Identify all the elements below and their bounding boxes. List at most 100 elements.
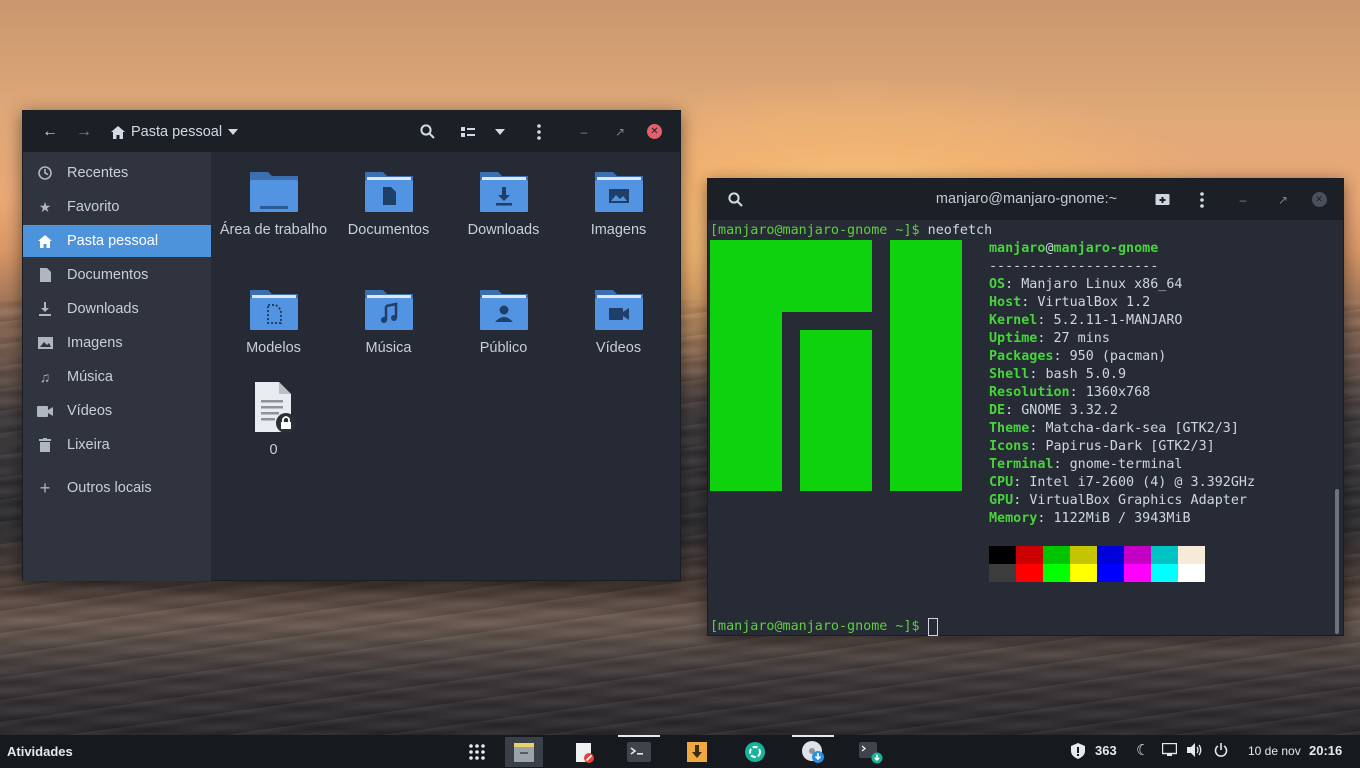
sidebar-item-musica[interactable]: ♫ Música bbox=[23, 361, 211, 393]
screen-icon[interactable] bbox=[1161, 742, 1178, 759]
security-indicator[interactable] bbox=[1071, 742, 1085, 759]
folder-label: Área de trabalho bbox=[219, 222, 328, 238]
info-key: Memory bbox=[989, 511, 1038, 526]
info-line: Host: VirtualBox 1.2 bbox=[989, 295, 1151, 310]
shield-icon bbox=[1071, 742, 1085, 759]
app-grid-icon bbox=[469, 744, 485, 760]
sidebar-item-label: Downloads bbox=[67, 301, 139, 317]
night-light-icon[interactable]: ☾ bbox=[1136, 741, 1149, 759]
info-key: Packages bbox=[989, 349, 1054, 364]
music-folder-icon bbox=[363, 286, 415, 332]
templates-folder-icon bbox=[248, 286, 300, 332]
folder-label: Modelos bbox=[246, 340, 301, 356]
sidebar-item-favorito[interactable]: ★ Favorito bbox=[23, 191, 211, 223]
logo-top-bar bbox=[710, 240, 872, 312]
video-icon bbox=[23, 405, 67, 417]
file-0[interactable]: 0 bbox=[216, 380, 331, 460]
dock-text-editor-app[interactable] bbox=[566, 737, 602, 767]
info-key: GPU bbox=[989, 493, 1014, 508]
folder-imagens[interactable]: Imagens bbox=[561, 168, 676, 240]
sidebar-item-label: Favorito bbox=[67, 199, 120, 215]
sidebar-item-outros-locais[interactable]: + Outros locais bbox=[23, 472, 211, 504]
dock-files-app[interactable] bbox=[505, 737, 543, 767]
prompt-line[interactable]: [manjaro@manjaro-gnome ~]$ bbox=[710, 618, 938, 636]
shell-prompt: [manjaro@manjaro-gnome ~]$ bbox=[710, 223, 920, 238]
info-value: 1122MiB / 3943MiB bbox=[1053, 511, 1191, 526]
folder-musica[interactable]: Música bbox=[331, 286, 446, 358]
folder-label: Público bbox=[479, 340, 528, 356]
forward-button[interactable]: → bbox=[69, 111, 99, 152]
folder-area-de-trabalho[interactable]: Área de trabalho bbox=[216, 168, 331, 240]
dock-installer-app[interactable] bbox=[853, 737, 889, 767]
minimize-icon: – bbox=[1239, 192, 1247, 207]
info-line: Packages: 950 (pacman) bbox=[989, 349, 1167, 364]
menu-button[interactable] bbox=[524, 111, 554, 152]
palette-swatch bbox=[1178, 564, 1205, 582]
info-key: Uptime bbox=[989, 331, 1038, 346]
palette-swatch bbox=[1178, 546, 1205, 564]
new-tab-icon bbox=[1155, 194, 1169, 205]
info-value: Intel i7-2600 (4) @ 3.392GHz bbox=[1029, 475, 1256, 490]
terminal-menu-button[interactable] bbox=[1187, 179, 1217, 220]
search-button[interactable] bbox=[412, 111, 442, 152]
info-value: 27 mins bbox=[1053, 331, 1110, 346]
new-tab-button[interactable] bbox=[1147, 179, 1177, 220]
folder-label: Música bbox=[365, 340, 412, 356]
folder-publico[interactable]: Público bbox=[446, 286, 561, 358]
dock-downloader-app[interactable] bbox=[679, 737, 715, 767]
minimize-button[interactable]: – bbox=[569, 111, 599, 152]
image-icon bbox=[23, 337, 67, 349]
sidebar-item-pasta-pessoal[interactable]: Pasta pessoal bbox=[23, 225, 211, 257]
maximize-button[interactable]: ↗ bbox=[605, 111, 635, 152]
palette-swatch bbox=[1097, 546, 1124, 564]
info-value: Papirus-Dark [GTK2/3] bbox=[1045, 439, 1215, 454]
folder-downloads[interactable]: Downloads bbox=[446, 168, 561, 240]
show-apps-button[interactable] bbox=[459, 737, 495, 767]
dock-disk-app[interactable] bbox=[795, 737, 831, 767]
activities-button[interactable]: Atividades bbox=[7, 744, 73, 759]
folder-documentos[interactable]: Documentos bbox=[331, 168, 446, 240]
info-line: Resolution: 1360x768 bbox=[989, 385, 1151, 400]
terminal-maximize-button[interactable]: ↗ bbox=[1268, 179, 1298, 220]
sidebar-item-recentes[interactable]: Recentes bbox=[23, 157, 211, 189]
terminal-headerbar: manjaro@manjaro-gnome:~ – ↗ ✕ bbox=[708, 179, 1343, 220]
sidebar-item-label: Pasta pessoal bbox=[67, 233, 159, 249]
terminal-close-button[interactable]: ✕ bbox=[1304, 179, 1334, 220]
panel-clock[interactable]: 20:16 bbox=[1309, 743, 1342, 758]
sidebar-item-videos[interactable]: Vídeos bbox=[23, 395, 211, 427]
close-button[interactable]: ✕ bbox=[647, 124, 662, 139]
view-options-button[interactable] bbox=[485, 111, 515, 152]
volume-icon[interactable] bbox=[1187, 743, 1203, 760]
folder-modelos[interactable]: Modelos bbox=[216, 286, 331, 358]
folder-videos[interactable]: Vídeos bbox=[561, 286, 676, 358]
text-cursor bbox=[927, 618, 938, 636]
sidebar-item-imagens[interactable]: Imagens bbox=[23, 327, 211, 359]
panel-date[interactable]: 10 de nov bbox=[1248, 744, 1301, 758]
disc-download-icon bbox=[802, 741, 824, 763]
terminal-output[interactable]: [manjaro@manjaro-gnome ~]$ neofetch manj… bbox=[708, 220, 1333, 636]
dock-terminal-app[interactable] bbox=[621, 737, 657, 767]
back-button[interactable]: ← bbox=[35, 111, 65, 152]
sidebar-item-documentos[interactable]: Documentos bbox=[23, 259, 211, 291]
sidebar-item-downloads[interactable]: Downloads bbox=[23, 293, 211, 325]
view-list-button[interactable] bbox=[453, 111, 483, 152]
info-value: GNOME 3.32.2 bbox=[1021, 403, 1118, 418]
info-line: Terminal: gnome-terminal bbox=[989, 457, 1183, 472]
recycle-software-icon bbox=[745, 742, 765, 762]
info-line: DE: GNOME 3.32.2 bbox=[989, 403, 1118, 418]
terminal-window[interactable]: manjaro@manjaro-gnome:~ – ↗ ✕ [manjaro@m… bbox=[707, 178, 1344, 636]
locked-text-file-icon bbox=[251, 380, 297, 434]
info-line: GPU: VirtualBox Graphics Adapter bbox=[989, 493, 1247, 508]
terminal-minimize-button[interactable]: – bbox=[1228, 179, 1258, 220]
info-key: Resolution bbox=[989, 385, 1070, 400]
sidebar-item-lixeira[interactable]: Lixeira bbox=[23, 429, 211, 461]
dock-software-app[interactable] bbox=[737, 737, 773, 767]
info-value: bash 5.0.9 bbox=[1045, 367, 1127, 382]
terminal-scrollbar[interactable] bbox=[1335, 489, 1339, 634]
places-sidebar: Recentes ★ Favorito Pasta pessoal Docume… bbox=[23, 152, 211, 581]
folder-label: Downloads bbox=[467, 222, 540, 238]
file-manager-window[interactable]: ← → Pasta pessoal – ↗ ✕ Recentes ★ Favor… bbox=[22, 110, 681, 581]
power-icon[interactable] bbox=[1214, 743, 1228, 760]
document-icon bbox=[23, 268, 67, 282]
path-bar-home-button[interactable]: Pasta pessoal bbox=[111, 120, 239, 144]
